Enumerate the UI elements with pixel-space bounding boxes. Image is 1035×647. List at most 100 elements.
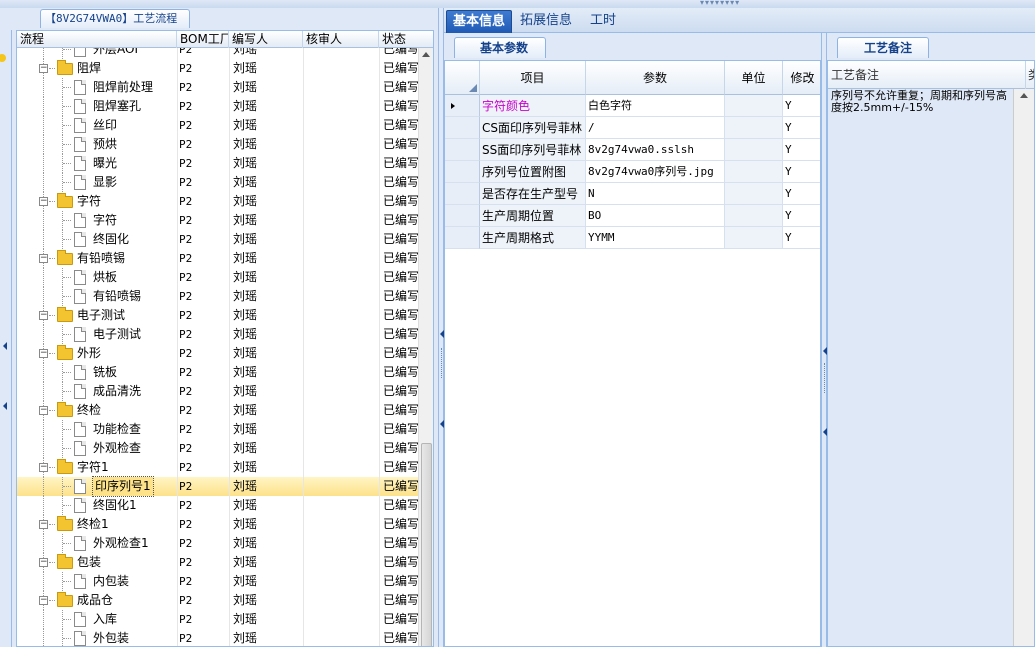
tree-step-row[interactable]: 终固化 P2 刘瑶 已编写 <box>17 230 418 249</box>
collapse-toggle-icon[interactable]: − <box>39 406 48 415</box>
tree-step-row[interactable]: 显影 P2 刘瑶 已编写 <box>17 173 418 192</box>
tree-folder-row[interactable]: − 字符 P2 刘瑶 已编写 <box>17 192 418 211</box>
tree-scrollbar-thumb[interactable] <box>421 443 432 646</box>
param-row[interactable]: 字符颜色 白色字符 Y <box>445 95 820 117</box>
scroll-up-icon[interactable] <box>422 52 430 57</box>
tree-step-row[interactable]: 字符 P2 刘瑶 已编写 <box>17 211 418 230</box>
collapse-left-arrow-icon[interactable] <box>3 342 7 350</box>
param-value-cell[interactable]: N <box>586 183 725 205</box>
tree-folder-row[interactable]: − 成品仓 P2 刘瑶 已编写 <box>17 591 418 610</box>
param-value-cell[interactable]: / <box>586 117 725 139</box>
tree-step-row[interactable]: 内包装 P2 刘瑶 已编写 <box>17 572 418 591</box>
param-row[interactable]: 生产周期格式 YYMM Y <box>445 227 820 249</box>
param-unit-cell[interactable] <box>725 205 783 227</box>
param-item-cell[interactable]: 生产周期位置 <box>480 205 586 227</box>
splitter-grip-icon[interactable] <box>441 348 443 378</box>
column-header-flow[interactable]: 流程 <box>17 31 177 48</box>
remarks-scrollbar[interactable] <box>1013 89 1034 646</box>
tree-step-row[interactable]: 终固化1 P2 刘瑶 已编写 <box>17 496 418 515</box>
process-flow-tab[interactable]: 【8V2G74VWA0】工艺流程 <box>40 9 190 28</box>
tree-step-row[interactable]: 外包装 P2 刘瑶 已编写 <box>17 629 418 646</box>
param-value-cell[interactable]: 8v2g74vwa0.sslsh <box>586 139 725 161</box>
column-header-remarks[interactable]: 工艺备注 <box>831 61 879 89</box>
param-unit-cell[interactable] <box>725 161 783 183</box>
param-modify-cell[interactable]: Y <box>783 95 820 117</box>
splitter-grip-icon[interactable] <box>824 363 826 393</box>
row-header[interactable] <box>445 117 480 139</box>
row-header[interactable] <box>445 161 480 183</box>
param-row[interactable]: SS面印序列号菲林 8v2g74vwa0.sslsh Y <box>445 139 820 161</box>
column-header-type[interactable]: 类 <box>1025 61 1034 89</box>
param-value-cell[interactable]: 白色字符 <box>586 95 725 117</box>
tree-folder-row[interactable]: − 外形 P2 刘瑶 已编写 <box>17 344 418 363</box>
param-modify-cell[interactable]: Y <box>783 205 820 227</box>
collapse-toggle-icon[interactable]: − <box>39 520 48 529</box>
param-modify-cell[interactable]: Y <box>783 139 820 161</box>
param-value-cell[interactable]: YYMM <box>586 227 725 249</box>
row-header[interactable] <box>445 95 480 117</box>
collapse-toggle-icon[interactable]: − <box>39 558 48 567</box>
param-item-cell[interactable]: 字符颜色 <box>480 95 586 117</box>
column-header-status[interactable]: 状态 <box>379 31 433 48</box>
param-modify-cell[interactable]: Y <box>783 227 820 249</box>
param-row[interactable]: 序列号位置附图 8v2g74vwa0序列号.jpg Y <box>445 161 820 183</box>
param-unit-cell[interactable] <box>725 227 783 249</box>
tab-process-remarks[interactable]: 工艺备注 <box>837 37 929 58</box>
tree-step-row[interactable]: 电子测试 P2 刘瑶 已编写 <box>17 325 418 344</box>
collapse-toggle-icon[interactable]: − <box>39 349 48 358</box>
row-header[interactable] <box>445 139 480 161</box>
collapse-toggle-icon[interactable]: − <box>39 254 48 263</box>
column-header-modify[interactable]: 修改 <box>783 61 820 95</box>
tree-step-row[interactable]: 印序列号1 P2 刘瑶 已编写 <box>17 476 418 497</box>
param-row[interactable]: CS面印序列号菲林 / Y <box>445 117 820 139</box>
param-row[interactable]: 是否存在生产型号 N Y <box>445 183 820 205</box>
tree-step-row[interactable]: 曝光 P2 刘瑶 已编写 <box>17 154 418 173</box>
tab-basic-info[interactable]: 基本信息 <box>446 10 513 33</box>
column-header-param[interactable]: 参数 <box>586 61 725 95</box>
tree-step-row[interactable]: 功能检查 P2 刘瑶 已编写 <box>17 420 418 439</box>
tab-basic-params[interactable]: 基本参数 <box>454 37 546 58</box>
param-value-cell[interactable]: BO <box>586 205 725 227</box>
tab-extended-info[interactable]: 拓展信息 <box>514 10 578 33</box>
row-header[interactable] <box>445 183 480 205</box>
row-header[interactable] <box>445 227 480 249</box>
collapse-toggle-icon[interactable]: − <box>39 311 48 320</box>
tree-step-row[interactable]: 外观检查 P2 刘瑶 已编写 <box>17 439 418 458</box>
tree-step-row[interactable]: 入库 P2 刘瑶 已编写 <box>17 610 418 629</box>
column-header-unit[interactable]: 单位 <box>725 61 783 95</box>
param-modify-cell[interactable]: Y <box>783 183 820 205</box>
tree-step-row[interactable]: 铣板 P2 刘瑶 已编写 <box>17 363 418 382</box>
param-item-cell[interactable]: SS面印序列号菲林 <box>480 139 586 161</box>
collapse-toggle-icon[interactable]: − <box>39 197 48 206</box>
tree-step-row[interactable]: 阻焊前处理 P2 刘瑶 已编写 <box>17 78 418 97</box>
param-unit-cell[interactable] <box>725 139 783 161</box>
tree-step-row[interactable]: 烘板 P2 刘瑶 已编写 <box>17 268 418 287</box>
row-header[interactable] <box>445 205 480 227</box>
tree-folder-row[interactable]: − 有铅喷锡 P2 刘瑶 已编写 <box>17 249 418 268</box>
tab-work-hours[interactable]: 工时 <box>584 10 622 33</box>
top-collapse-grip[interactable]: ▾▾▾▾▾▾▾▾ <box>700 0 740 7</box>
tree-folder-row[interactable]: − 字符1 P2 刘瑶 已编写 <box>17 458 418 477</box>
collapse-toggle-icon[interactable]: − <box>39 463 48 472</box>
scroll-up-icon[interactable] <box>1020 93 1028 98</box>
column-header-writer[interactable]: 编写人 <box>229 31 303 48</box>
tree-step-row[interactable]: 阻焊塞孔 P2 刘瑶 已编写 <box>17 97 418 116</box>
column-header-bom[interactable]: BOM工厂 <box>177 31 229 48</box>
tree-scrollbar[interactable] <box>418 48 433 646</box>
tree-folder-row[interactable]: − 包装 P2 刘瑶 已编写 <box>17 553 418 572</box>
param-item-cell[interactable]: 是否存在生产型号 <box>480 183 586 205</box>
collapse-left-arrow-icon[interactable] <box>3 402 7 410</box>
param-row[interactable]: 生产周期位置 BO Y <box>445 205 820 227</box>
param-unit-cell[interactable] <box>725 183 783 205</box>
param-unit-cell[interactable] <box>725 95 783 117</box>
param-item-cell[interactable]: 序列号位置附图 <box>480 161 586 183</box>
param-value-cell[interactable]: 8v2g74vwa0序列号.jpg <box>586 161 725 183</box>
remarks-cell[interactable]: 序列号不允许重复；周期和序列号高度按2.5mm+/-15% <box>828 89 1013 646</box>
param-unit-cell[interactable] <box>725 117 783 139</box>
param-item-cell[interactable]: CS面印序列号菲林 <box>480 117 586 139</box>
tree-folder-row[interactable]: − 电子测试 P2 刘瑶 已编写 <box>17 306 418 325</box>
tree-step-row[interactable]: 丝印 P2 刘瑶 已编写 <box>17 116 418 135</box>
collapse-toggle-icon[interactable]: − <box>39 64 48 73</box>
tree-step-row[interactable]: 成品清洗 P2 刘瑶 已编写 <box>17 382 418 401</box>
tree-step-row[interactable]: 预烘 P2 刘瑶 已编写 <box>17 135 418 154</box>
